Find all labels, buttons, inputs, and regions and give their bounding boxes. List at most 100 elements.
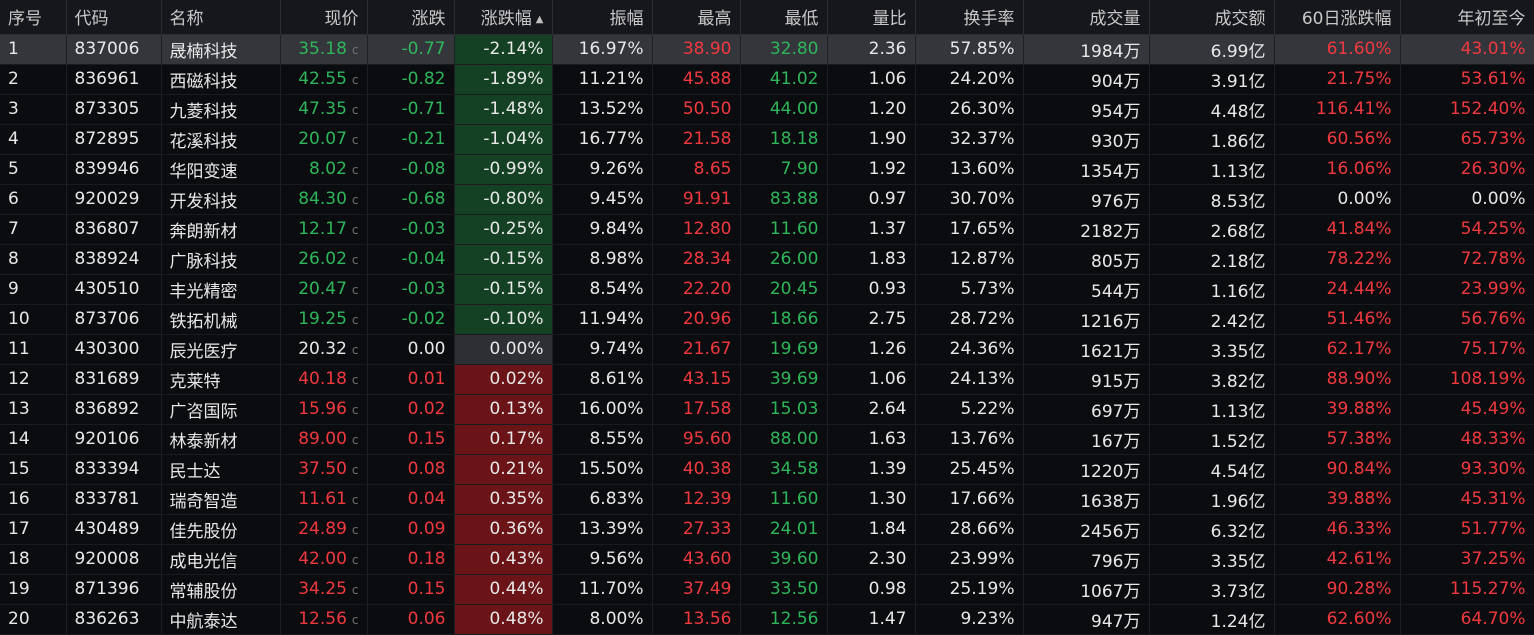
header-pct-change[interactable]: 涨跌幅 ▲ (454, 0, 553, 35)
cell-volume: 976万 (1023, 184, 1150, 215)
cell-low: 11.60 (740, 214, 828, 245)
cell-high: 37.49 (652, 574, 741, 605)
cell-volume-ratio: 1.63 (827, 424, 916, 455)
table-row[interactable]: 12 831689 克莱特 40.18 c 0.01 0.02% 8.61% 43.15 39.6… (0, 364, 1534, 395)
table-row[interactable]: 3 873305 九菱科技 47.35 c -0.71 -1.48% 13.52% 50.50 4… (0, 94, 1534, 125)
cell-index: 18 (0, 544, 67, 575)
cell-change: 0.00 (367, 334, 455, 365)
sort-up-icon: ▲ (535, 14, 544, 26)
header-amount[interactable]: 成交额 (1149, 0, 1275, 35)
header-volume[interactable]: 成交量 (1023, 0, 1150, 35)
price-mark: c (351, 583, 359, 597)
cell-index: 4 (0, 124, 67, 155)
cell-amplitude: 8.98% (552, 244, 653, 275)
cell-turnover: 17.65% (915, 214, 1024, 245)
header-ytd-change[interactable]: 年初至今 (1400, 0, 1534, 35)
cell-code: 836961 (66, 64, 162, 95)
cell-change: 0.09 (367, 514, 455, 545)
cell-pct-change: -1.48% (454, 94, 553, 125)
table-row[interactable]: 2 836961 西磁科技 42.55 c -0.82 -1.89% 11.21% 45.88 4… (0, 64, 1534, 95)
cell-pct-change: -1.89% (454, 64, 553, 95)
cell-pct-change: -0.10% (454, 304, 553, 335)
price-mark: c (351, 253, 359, 267)
cell-name: 开发科技 (161, 184, 281, 215)
cell-volume-ratio: 1.83 (827, 244, 916, 275)
cell-price: 42.00 c (280, 544, 368, 575)
header-low[interactable]: 最低 (740, 0, 828, 35)
header-index[interactable]: 序号 (0, 0, 67, 35)
cell-volume-ratio: 1.37 (827, 214, 916, 245)
cell-amount: 3.73亿 (1149, 574, 1275, 605)
cell-price: 35.18 c (280, 34, 368, 65)
cell-price: 12.17 c (280, 214, 368, 245)
header-high[interactable]: 最高 (652, 0, 741, 35)
cell-price: 47.35 c (280, 94, 368, 125)
table-row[interactable]: 11 430300 辰光医疗 20.32 c 0.00 0.00% 9.74% 21.67 19.… (0, 334, 1534, 365)
cell-name: 成电光信 (161, 544, 281, 575)
cell-volume-ratio: 1.39 (827, 454, 916, 485)
cell-volume: 954万 (1023, 94, 1150, 125)
header-amplitude[interactable]: 振幅 (552, 0, 653, 35)
cell-volume-ratio: 1.06 (827, 64, 916, 95)
table-row[interactable]: 10 873706 铁拓机械 19.25 c -0.02 -0.10% 11.94% 20.96… (0, 304, 1534, 335)
price-value: 47.35 (298, 99, 347, 119)
header-price[interactable]: 现价 (280, 0, 368, 35)
cell-low: 26.00 (740, 244, 828, 275)
price-value: 20.07 (298, 129, 347, 149)
price-value: 34.25 (298, 579, 347, 599)
price-mark: c (351, 463, 359, 477)
table-row[interactable]: 7 836807 奔朗新材 12.17 c -0.03 -0.25% 9.84% 12.80 11… (0, 214, 1534, 245)
table-row[interactable]: 20 836263 中航泰达 12.56 c 0.06 0.48% 8.00% 13.56 12.… (0, 604, 1534, 635)
price-mark: c (351, 163, 359, 177)
header-volume-ratio[interactable]: 量比 (827, 0, 916, 35)
table-row[interactable]: 15 833394 民士达 37.50 c 0.08 0.21% 15.50% 40.38 34.… (0, 454, 1534, 485)
cell-volume: 544万 (1023, 274, 1150, 305)
header-turnover[interactable]: 换手率 (915, 0, 1024, 35)
table-row[interactable]: 17 430489 佳先股份 24.89 c 0.09 0.36% 13.39% 27.33 24… (0, 514, 1534, 545)
header-change[interactable]: 涨跌 (367, 0, 455, 35)
cell-pct-change: -0.15% (454, 244, 553, 275)
cell-60d-change: 60.56% (1274, 124, 1401, 155)
table-row[interactable]: 8 838924 广脉科技 26.02 c -0.04 -0.15% 8.98% 28.34 26… (0, 244, 1534, 275)
table-row[interactable]: 9 430510 丰光精密 20.47 c -0.03 -0.15% 8.54% 22.20 20… (0, 274, 1534, 305)
table-row[interactable]: 14 920106 林泰新材 89.00 c 0.15 0.17% 8.55% 95.60 88.… (0, 424, 1534, 455)
cell-code: 838924 (66, 244, 162, 275)
cell-volume-ratio: 0.97 (827, 184, 916, 215)
price-value: 8.02 (309, 159, 347, 179)
cell-name: 花溪科技 (161, 124, 281, 155)
table-row[interactable]: 5 839946 华阳变速 8.02 c -0.08 -0.99% 9.26% 8.65 7.90… (0, 154, 1534, 185)
cell-ytd-change: 93.30% (1400, 454, 1534, 485)
table-row[interactable]: 16 833781 瑞奇智造 11.61 c 0.04 0.35% 6.83% 12.39 11.… (0, 484, 1534, 515)
table-row[interactable]: 13 836892 广咨国际 15.96 c 0.02 0.13% 16.00% 17.58 15… (0, 394, 1534, 425)
cell-high: 38.90 (652, 34, 741, 65)
table-row[interactable]: 4 872895 花溪科技 20.07 c -0.21 -1.04% 16.77% 21.58 1… (0, 124, 1534, 155)
table-row[interactable]: 1 837006 晟楠科技 35.18 c -0.77 -2.14% 16.97% 38.90 3… (0, 34, 1534, 65)
cell-volume: 1621万 (1023, 334, 1150, 365)
table-row[interactable]: 19 871396 常辅股份 34.25 c 0.15 0.44% 11.70% 37.49 33… (0, 574, 1534, 605)
table-row[interactable]: 6 920029 开发科技 84.30 c -0.68 -0.80% 9.45% 91.91 83… (0, 184, 1534, 215)
cell-code: 836263 (66, 604, 162, 635)
cell-pct-change: 0.35% (454, 484, 553, 515)
table-row[interactable]: 18 920008 成电光信 42.00 c 0.18 0.43% 9.56% 43.60 39.… (0, 544, 1534, 575)
header-code[interactable]: 代码 (66, 0, 162, 35)
cell-ytd-change: 152.40% (1400, 94, 1534, 125)
header-60d-change[interactable]: 60日涨跌幅 (1274, 0, 1401, 35)
cell-change: 0.02 (367, 394, 455, 425)
cell-60d-change: 24.44% (1274, 274, 1401, 305)
cell-price: 34.25 c (280, 574, 368, 605)
cell-change: -0.03 (367, 274, 455, 305)
cell-ytd-change: 64.70% (1400, 604, 1534, 635)
cell-amount: 3.35亿 (1149, 544, 1275, 575)
cell-index: 11 (0, 334, 67, 365)
cell-pct-change: 0.17% (454, 424, 553, 455)
cell-volume-ratio: 1.47 (827, 604, 916, 635)
cell-code: 430489 (66, 514, 162, 545)
cell-amplitude: 16.77% (552, 124, 653, 155)
cell-volume: 2456万 (1023, 514, 1150, 545)
header-name[interactable]: 名称 (161, 0, 281, 35)
cell-low: 12.56 (740, 604, 828, 635)
cell-turnover: 28.66% (915, 514, 1024, 545)
price-value: 26.02 (298, 249, 347, 269)
cell-change: -0.21 (367, 124, 455, 155)
cell-index: 20 (0, 604, 67, 635)
